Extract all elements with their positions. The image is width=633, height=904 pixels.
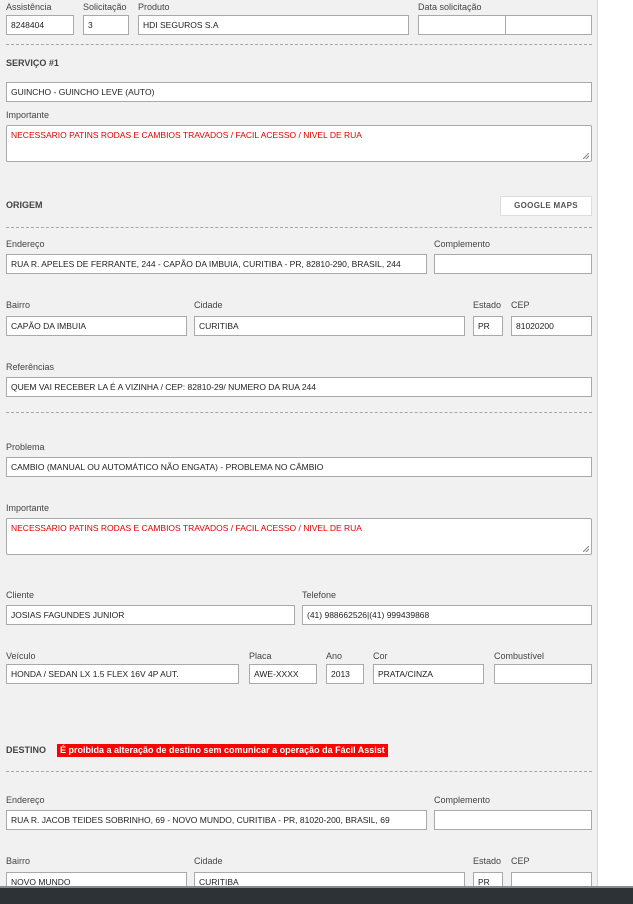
problema-importante-text: NECESSARIO PATINS RODAS E CAMBIOS TRAVAD… — [11, 523, 362, 533]
origem-referencias-label: Referências — [6, 362, 55, 372]
destino-complemento-label: Complemento — [434, 795, 491, 805]
servico-title: SERVIÇO #1 — [6, 58, 59, 68]
origem-title: ORIGEM — [6, 200, 43, 210]
destino-warning-badge: É proibida a alteração de destino sem co… — [57, 744, 388, 757]
problema-importante-textarea[interactable]: NECESSARIO PATINS RODAS E CAMBIOS TRAVAD… — [6, 518, 592, 555]
cor-label: Cor — [373, 651, 388, 661]
problema-importante-label: Importante — [6, 503, 50, 513]
servico-importante-label: Importante — [6, 110, 50, 120]
origem-endereco-label: Endereço — [6, 239, 45, 249]
produto-label: Produto — [138, 2, 170, 12]
origem-cep-label: CEP — [511, 300, 530, 310]
origem-cep-field[interactable]: 81020200 — [511, 316, 592, 336]
origem-referencias-field[interactable]: QUEM VAI RECEBER LA É A VIZINHA / CEP: 8… — [6, 377, 592, 397]
form-panel: Assistência 8248404 Solicitação 3 Produt… — [0, 0, 598, 892]
destino-cidade-label: Cidade — [194, 856, 223, 866]
destino-cep-label: CEP — [511, 856, 530, 866]
resize-grip-icon[interactable] — [583, 153, 589, 159]
telefone-field[interactable]: (41) 988662526|(41) 999439868 — [302, 605, 592, 625]
placa-field[interactable]: AWE-XXXX — [249, 664, 317, 684]
origem-bairro-label: Bairro — [6, 300, 31, 310]
taskbar — [0, 886, 633, 904]
google-maps-button[interactable]: GOOGLE MAPS — [500, 196, 592, 216]
combustivel-field[interactable] — [494, 664, 592, 684]
data-solicitacao-label: Data solicitação — [418, 2, 482, 12]
ano-label: Ano — [326, 651, 343, 661]
origem-complemento-field[interactable] — [434, 254, 592, 274]
destino-title: DESTINO — [6, 745, 47, 755]
divider — [6, 44, 592, 45]
servico-importante-text: NECESSARIO PATINS RODAS E CAMBIOS TRAVAD… — [11, 130, 362, 140]
telefone-label: Telefone — [302, 590, 337, 600]
origem-bairro-field[interactable]: CAPÃO DA IMBUIA — [6, 316, 187, 336]
destino-complemento-field[interactable] — [434, 810, 592, 830]
produto-field[interactable]: HDI SEGUROS S.A — [138, 15, 409, 35]
problema-field[interactable]: CAMBIO (MANUAL OU AUTOMÁTICO NÃO ENGATA)… — [6, 457, 592, 477]
ano-field[interactable]: 2013 — [326, 664, 364, 684]
hora-solicitacao-field[interactable] — [505, 15, 592, 35]
divider — [6, 771, 592, 772]
combustivel-label: Combustível — [494, 651, 545, 661]
problema-label: Problema — [6, 442, 45, 452]
data-solicitacao-field[interactable] — [418, 15, 506, 35]
origem-cidade-field[interactable]: CURITIBA — [194, 316, 465, 336]
origem-cidade-label: Cidade — [194, 300, 223, 310]
servico-importante-textarea[interactable]: NECESSARIO PATINS RODAS E CAMBIOS TRAVAD… — [6, 125, 592, 162]
solicitacao-field[interactable]: 3 — [83, 15, 129, 35]
assistencia-field[interactable]: 8248404 — [6, 15, 74, 35]
destino-bairro-label: Bairro — [6, 856, 31, 866]
destino-endereco-field[interactable]: RUA R. JACOB TEIDES SOBRINHO, 69 - NOVO … — [6, 810, 427, 830]
veiculo-label: Veículo — [6, 651, 36, 661]
solicitacao-label: Solicitação — [83, 2, 127, 12]
destino-endereco-label: Endereço — [6, 795, 45, 805]
cliente-label: Cliente — [6, 590, 35, 600]
origem-complemento-label: Complemento — [434, 239, 491, 249]
divider — [6, 227, 592, 228]
cliente-field[interactable]: JOSIAS FAGUNDES JUNIOR — [6, 605, 295, 625]
cor-field[interactable]: PRATA/CINZA — [373, 664, 484, 684]
veiculo-field[interactable]: HONDA / SEDAN LX 1.5 FLEX 16V 4P AUT. — [6, 664, 239, 684]
origem-estado-field[interactable]: PR — [473, 316, 503, 336]
origem-estado-label: Estado — [473, 300, 502, 310]
placa-label: Placa — [249, 651, 272, 661]
destino-estado-label: Estado — [473, 856, 502, 866]
origem-endereco-field[interactable]: RUA R. APELES DE FERRANTE, 244 - CAPÃO D… — [6, 254, 427, 274]
assistencia-label: Assistência — [6, 2, 52, 12]
resize-grip-icon[interactable] — [583, 546, 589, 552]
divider — [6, 412, 592, 413]
servico-tipo-field[interactable]: GUINCHO - GUINCHO LEVE (AUTO) — [6, 82, 592, 102]
